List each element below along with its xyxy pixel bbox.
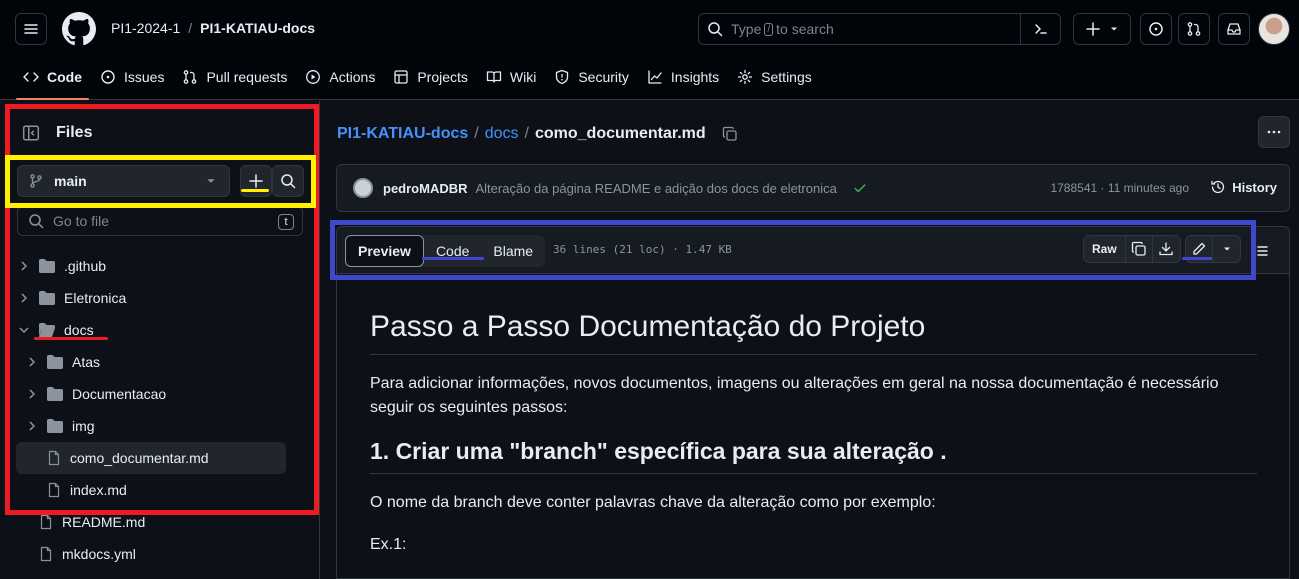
doc-paragraph: O nome da branch deve conter palavras ch… [370, 494, 936, 511]
tab-actions-label: Actions [329, 69, 376, 85]
repo-breadcrumb: PI1-2024-1 / PI1-KATIAU-docs [111, 20, 315, 36]
doc-heading-1: Passo a Passo Documentação do Projeto [370, 310, 1257, 355]
code-icon [23, 72, 39, 82]
play-icon [306, 70, 321, 84]
search-input[interactable]: Type / to search [698, 13, 1061, 45]
more-options-button[interactable] [1258, 116, 1290, 148]
tab-settings[interactable]: Settings [728, 60, 821, 94]
table-icon [394, 70, 408, 84]
file-icon [40, 514, 52, 530]
doc-paragraph: Ex.1: [370, 536, 407, 553]
repo-nav-tabs: Code Issues Pull requests Actions Projec… [0, 60, 821, 100]
file-icon [40, 546, 52, 562]
tab-insights[interactable]: Insights [638, 60, 728, 94]
tab-issues-label: Issues [124, 69, 165, 85]
tab-issues[interactable]: Issues [91, 60, 173, 94]
tab-insights-label: Insights [670, 69, 720, 85]
tree-item-file[interactable]: mkdocs.yml [16, 538, 286, 570]
tab-wiki-label: Wiki [509, 69, 537, 85]
org-link[interactable]: PI1-2024-1 [111, 20, 180, 36]
doc-heading-2: 1. Criar uma "branch" específica para su… [370, 438, 1257, 474]
tree-item-label: README.md [62, 514, 146, 530]
issues-button[interactable] [1140, 13, 1172, 45]
repo-link[interactable]: PI1-KATIAU-docs [200, 20, 315, 36]
tab-code-label: Code [47, 69, 82, 85]
breadcrumb-separator: / [474, 125, 479, 142]
commit-meta[interactable]: 1788541 · 11 minutes ago [1050, 181, 1189, 195]
tab-security[interactable]: Security [545, 60, 638, 94]
commit-author-avatar[interactable] [353, 178, 373, 198]
plus-icon [1086, 22, 1100, 36]
pull-requests-button[interactable] [1178, 13, 1210, 45]
menu-button[interactable] [15, 13, 47, 45]
breadcrumb-separator: / [524, 125, 529, 142]
search-placeholder-suffix: to search [776, 21, 834, 37]
file-breadcrumb: PI1-KATIAU-docs / docs / como_documentar… [337, 125, 738, 143]
graph-icon [648, 70, 662, 84]
caret-down-icon [1111, 27, 1117, 31]
user-avatar[interactable] [1258, 13, 1290, 45]
latest-commit-bar: pedroMADBR Alteração da página README e … [336, 164, 1290, 212]
create-new-button[interactable] [1073, 13, 1131, 45]
tab-settings-label: Settings [761, 69, 812, 85]
breadcrumb-current-file: como_documentar.md [534, 125, 706, 142]
top-header: PI1-2024-1 / PI1-KATIAU-docs Type / to s… [0, 0, 1299, 100]
breadcrumb-folder-link[interactable]: docs [485, 125, 519, 143]
check-icon [854, 184, 866, 193]
inbox-icon [1227, 23, 1241, 35]
annotation-yellow-box [5, 155, 316, 208]
terminal-icon [1034, 24, 1047, 34]
copy-path-button[interactable] [722, 126, 738, 142]
search-shortcut-key: / [764, 22, 774, 36]
breadcrumb-repo-link[interactable]: PI1-KATIAU-docs [337, 125, 468, 143]
tab-pull-requests[interactable]: Pull requests [173, 60, 296, 94]
markdown-preview: Passo a Passo Documentação do Projeto Pa… [336, 274, 1290, 579]
command-palette-button[interactable] [1020, 14, 1060, 44]
copy-icon [722, 126, 737, 141]
history-icon [1211, 180, 1225, 194]
history-label: History [1232, 179, 1277, 195]
issue-icon [1149, 22, 1163, 36]
book-icon [486, 71, 502, 83]
hamburger-icon [24, 24, 38, 34]
annotation-blue-underline-edit [1182, 257, 1212, 260]
shield-icon [556, 69, 569, 85]
tab-actions[interactable]: Actions [296, 60, 384, 94]
annotation-yellow-underline [241, 189, 269, 192]
kebab-horizontal-icon [1267, 130, 1281, 134]
tab-projects-label: Projects [417, 69, 468, 85]
tab-pull-requests-label: Pull requests [206, 69, 288, 85]
doc-paragraph: Para adicionar informações, novos docume… [370, 375, 1219, 416]
pull-request-icon [184, 70, 197, 84]
history-button[interactable]: History [1210, 179, 1277, 195]
breadcrumb-separator: / [188, 20, 193, 36]
tab-wiki[interactable]: Wiki [477, 60, 545, 94]
pull-request-icon [1187, 22, 1201, 36]
tab-code[interactable]: Code [14, 60, 91, 100]
tab-projects[interactable]: Projects [384, 60, 477, 94]
tree-item-label: mkdocs.yml [62, 546, 136, 562]
annotation-blue-underline-code [422, 257, 484, 260]
tab-security-label: Security [578, 69, 629, 85]
search-placeholder-prefix: Type [731, 21, 762, 37]
commit-message[interactable]: Alteração da página README e adição dos … [476, 181, 837, 196]
issue-icon [101, 70, 115, 84]
search-icon [708, 22, 723, 37]
annotation-blue-box [330, 220, 1256, 280]
github-logo-icon[interactable] [62, 12, 96, 46]
gear-icon [738, 69, 753, 85]
inbox-button[interactable] [1218, 13, 1250, 45]
commit-author[interactable]: pedroMADBR [383, 181, 468, 196]
annotation-red-underline [34, 337, 108, 340]
